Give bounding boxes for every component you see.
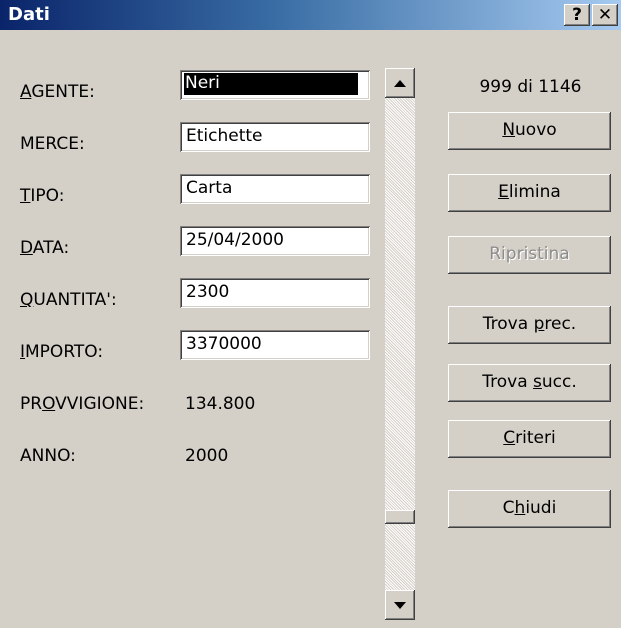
agente-field[interactable]: Neri <box>180 70 370 100</box>
tipo-value: Carta <box>186 178 233 198</box>
importo-label: IMPORTO: <box>20 342 104 362</box>
scroll-thumb[interactable] <box>385 510 415 524</box>
window-title: Dati <box>8 4 50 25</box>
tipo-label: TIPO: <box>20 186 65 206</box>
anno-label: ANNO: <box>20 446 76 466</box>
tipo-field[interactable]: Carta <box>180 174 370 204</box>
elimina-button[interactable]: Elimina <box>448 174 611 212</box>
title-bar[interactable]: Dati ? ✕ <box>0 0 621 30</box>
trova-prec-button[interactable]: Trova prec. <box>448 306 611 344</box>
agente-label: AGENTE: <box>20 82 95 102</box>
merce-value: Etichette <box>186 126 263 146</box>
record-counter: 999 di 1146 <box>479 77 582 97</box>
arrow-up-icon <box>394 80 406 87</box>
arrow-down-icon <box>394 602 406 609</box>
provvigione-label: PROVVIGIONE: <box>20 394 145 414</box>
quantita-label: QUANTITA': <box>20 290 117 310</box>
anno-value: 2000 <box>185 446 229 466</box>
data-value: 25/04/2000 <box>186 230 284 250</box>
help-button[interactable]: ? <box>564 4 590 26</box>
nuovo-button[interactable]: Nuovo <box>448 112 611 150</box>
close-button[interactable]: ✕ <box>592 4 618 26</box>
ripristina-button[interactable]: Ripristina <box>448 236 611 274</box>
provvigione-value: 134.800 <box>185 394 256 414</box>
criteri-button[interactable]: Criteri <box>448 420 611 458</box>
importo-field[interactable]: 3370000 <box>180 330 370 360</box>
trova-succ-button[interactable]: Trova succ. <box>448 364 611 402</box>
data-form-dialog: Dati ? ✕ AGENTE: MERCE: TIPO: DATA: QUAN… <box>0 0 621 628</box>
chiudi-button[interactable]: Chiudi <box>448 490 611 528</box>
merce-label: MERCE: <box>20 134 85 154</box>
scroll-up-button[interactable] <box>385 68 415 98</box>
scroll-down-button[interactable] <box>385 590 415 620</box>
importo-value: 3370000 <box>186 334 262 354</box>
quantita-field[interactable]: 2300 <box>180 278 370 308</box>
data-field[interactable]: 25/04/2000 <box>180 226 370 256</box>
agente-value: Neri <box>184 73 358 95</box>
quantita-value: 2300 <box>186 282 230 302</box>
data-label: DATA: <box>20 238 70 258</box>
record-scrollbar[interactable] <box>385 68 415 620</box>
help-icon: ? <box>572 5 582 25</box>
merce-field[interactable]: Etichette <box>180 122 370 152</box>
close-icon: ✕ <box>597 5 613 25</box>
